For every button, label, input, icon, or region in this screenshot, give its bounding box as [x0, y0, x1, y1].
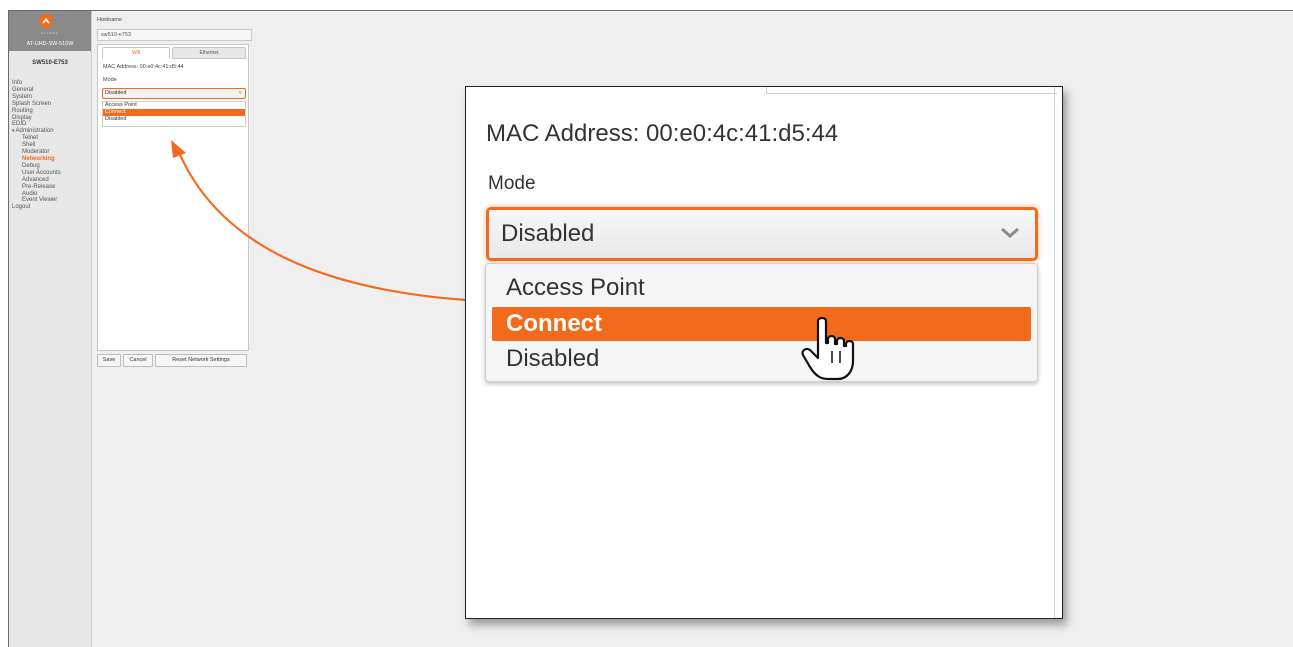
hand-pointer-icon	[801, 317, 855, 381]
zoom-mode-select[interactable]: Disabled	[486, 207, 1038, 261]
zoom-mac-address: MAC Address: 00:e0:4c:41:d5:44	[486, 120, 839, 147]
zoom-mode-label: Mode	[488, 173, 536, 194]
zoom-option-connect[interactable]: Connect	[506, 310, 602, 338]
zoom-callout: MAC Address: 00:e0:4c:41:d5:44 Mode Disa…	[465, 86, 1063, 619]
zoom-mode-select-value: Disabled	[501, 220, 595, 247]
zoom-divider-vertical	[1054, 87, 1055, 618]
zoom-mode-dropdown-list: Access Point Connect Disabled	[485, 263, 1038, 382]
zoom-option-disabled[interactable]: Disabled	[506, 345, 599, 373]
zoom-divider	[766, 87, 1057, 94]
chevron-down-icon	[999, 226, 1021, 245]
zoom-option-access-point[interactable]: Access Point	[506, 274, 645, 302]
